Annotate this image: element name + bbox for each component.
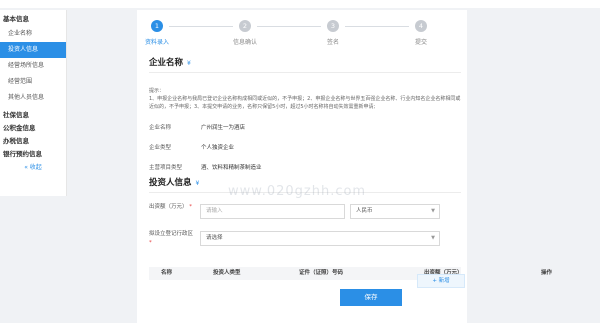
company-section-title[interactable]: 企业名称 ¥ <box>149 56 191 68</box>
company-section-title-text: 企业名称 <box>149 58 184 68</box>
sidebar-item-company-name[interactable]: 企业名称 <box>0 26 66 42</box>
region-label-text: 拟设立登记行政区 <box>149 231 194 237</box>
sidebar-item-business-premises[interactable]: 经营场所信息 <box>0 58 66 74</box>
info-row-main-project: 主营项目类型 酒、饮料和精制茶制造业 <box>149 163 262 171</box>
chevron-down-icon: ¥ <box>195 180 200 187</box>
region-placeholder: 请选择 <box>206 235 223 241</box>
info-row-company-type: 企业类型 个人独资企业 <box>149 143 234 151</box>
sidebar-nav: 基本信息 企业名称 投资人信息 经营场所信息 经营范围 其他人员信息 社保信息 … <box>0 10 67 196</box>
info-key: 企业类型 <box>149 145 172 151</box>
info-key: 企业名称 <box>149 125 172 131</box>
region-select[interactable]: 请选择 ▼ <box>200 231 440 246</box>
sidebar-group-housing-fund[interactable]: 公积金信息 <box>0 122 66 135</box>
sidebar-group-tax[interactable]: 办税信息 <box>0 135 66 148</box>
sidebar-group-basic[interactable]: 基本信息 <box>0 13 66 26</box>
investor-section-title[interactable]: 投资人信息 ¥ <box>149 176 199 188</box>
chevron-down-icon: ▼ <box>431 235 435 241</box>
top-bar <box>0 0 600 8</box>
save-button[interactable]: 保存 <box>340 289 402 306</box>
step-label: 提交 <box>414 39 427 46</box>
required-marker: * <box>149 240 152 246</box>
sidebar-group-bank[interactable]: 银行预约信息 <box>0 148 66 161</box>
chevron-down-icon: ▼ <box>431 208 435 214</box>
sidebar-group-social-security[interactable]: 社保信息 <box>0 109 66 122</box>
step-data-entry: 1 资料录入 <box>127 20 187 46</box>
investor-section-title-text: 投资人信息 <box>149 178 192 188</box>
col-actions: 操作 <box>541 270 553 276</box>
chevron-down-icon: ¥ <box>187 60 191 67</box>
col-investor-type: 投资人类型 <box>213 270 241 276</box>
add-investor-button[interactable]: + 新增 <box>417 274 465 288</box>
sidebar-collapse-button[interactable]: « 收起 <box>0 161 66 175</box>
region-label: 拟设立登记行政区 * <box>149 230 197 248</box>
currency-value: 人民币 <box>356 208 373 214</box>
currency-select[interactable]: 人民币 ▼ <box>350 204 440 219</box>
step-label: 信息确认 <box>232 39 257 46</box>
tips-block: 提示： 1、申报企业名称与我局已登记企业名称构成相同或近似的，不予申报；2、申报… <box>149 87 461 111</box>
amount-input[interactable]: 请输入 <box>200 204 345 219</box>
step-label: 资料录入 <box>144 39 169 46</box>
sidebar-item-investor-info[interactable]: 投资人信息 <box>0 42 66 58</box>
step-number: 3 <box>327 20 339 32</box>
sidebar-collapse-label: 收起 <box>29 164 42 171</box>
investor-table-header: 名称 投资人类型 证件（证照）号码 出资额（万元） 操作 <box>149 267 552 280</box>
step-number: 1 <box>151 20 163 32</box>
info-row-company-name: 企业名称 广州润生一为酒店 <box>149 123 245 131</box>
tips-heading: 提示： <box>149 88 165 94</box>
step-sign: 3 签名 <box>303 20 363 46</box>
chevrons-left-icon: « <box>24 164 28 171</box>
info-value: 个人独资企业 <box>201 145 235 151</box>
sidebar-item-other-personnel[interactable]: 其他人员信息 <box>0 90 66 106</box>
required-marker: * <box>189 204 193 210</box>
step-number: 2 <box>239 20 251 32</box>
col-name: 名称 <box>161 270 173 276</box>
amount-placeholder: 请输入 <box>206 208 223 214</box>
tips-body: 1、申报企业名称与我局已登记企业名称构成相同或近似的，不予申报；2、申报企业名称… <box>149 96 461 110</box>
progress-steps: 1 资料录入 2 信息确认 3 签名 4 提交 <box>137 20 467 60</box>
section-divider <box>149 72 461 73</box>
info-value: 酒、饮料和精制茶制造业 <box>201 165 262 171</box>
step-submit: 4 提交 <box>391 20 451 46</box>
info-key: 主营项目类型 <box>149 165 183 171</box>
watermark-text: www.020gzhh.com <box>228 184 367 199</box>
col-id-number: 证件（证照）号码 <box>299 270 344 276</box>
amount-label-text: 出资额（万元） <box>149 204 188 210</box>
amount-label: 出资额（万元） * <box>149 203 197 212</box>
info-value: 广州润生一为酒店 <box>201 125 246 131</box>
step-number: 4 <box>415 20 427 32</box>
step-info-confirm: 2 信息确认 <box>215 20 275 46</box>
step-label: 签名 <box>326 39 339 46</box>
sidebar-item-business-scope[interactable]: 经营范围 <box>0 74 66 90</box>
